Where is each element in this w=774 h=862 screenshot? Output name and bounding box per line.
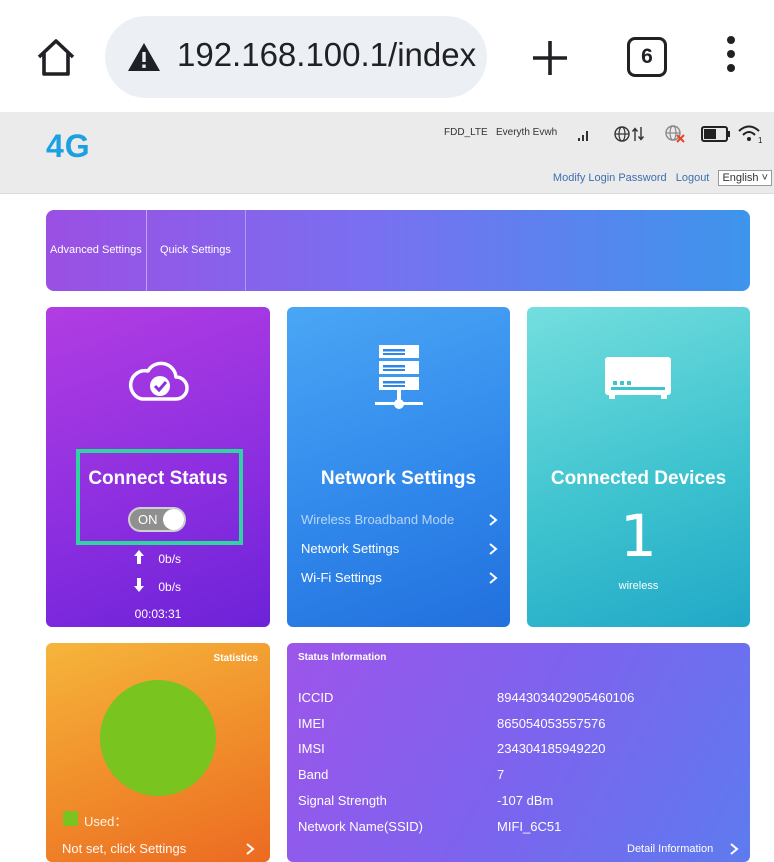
statistics-title[interactable]: Statistics — [214, 653, 258, 664]
browser-toolbar: 192.168.100.1/index 6 — [0, 0, 774, 112]
menu-divider — [245, 210, 246, 291]
status-value-imsi: 234304185949220 — [497, 741, 606, 756]
download-rate-row: 0b/s — [133, 577, 181, 594]
status-key-signal: Signal Strength — [298, 793, 387, 808]
arrow-up-icon — [134, 550, 144, 564]
devices-count: 1 — [620, 502, 657, 570]
address-bar[interactable]: 192.168.100.1/index — [105, 16, 487, 98]
detail-information-link[interactable]: Detail Information — [627, 843, 713, 855]
status-key-iccid: ICCID — [298, 690, 334, 705]
devices-sub-label: wireless — [618, 580, 659, 592]
wireless-broadband-mode-link[interactable]: Wireless Broadband Mode — [301, 512, 501, 527]
warning-icon — [128, 43, 160, 71]
status-value-imei: 865054053557576 — [497, 716, 606, 731]
more-vertical-icon[interactable] — [716, 36, 746, 80]
arrow-down-icon — [134, 578, 144, 592]
menu-quick-settings[interactable]: Quick Settings — [160, 210, 231, 291]
plus-icon — [533, 41, 567, 75]
network-settings-link[interactable]: Network Settings — [301, 541, 501, 556]
svg-text:1: 1 — [758, 136, 763, 144]
language-value: English — [722, 172, 759, 184]
used-label: Used： — [84, 814, 128, 829]
status-value-band: 7 — [497, 767, 505, 782]
toggle-label: ON — [138, 512, 158, 527]
download-rate: 0b/s — [158, 580, 182, 594]
status-value-signal: -107 dBm — [497, 793, 554, 808]
signal-bars-icon — [578, 131, 588, 141]
not-set-label: Not set, click Settings — [62, 841, 187, 856]
upload-rate: 0b/s — [158, 552, 182, 566]
chevron-right-icon — [730, 843, 739, 855]
status-value-ssid: MIFI_6C51 — [497, 819, 562, 834]
logo: 4G — [46, 128, 91, 164]
status-information-title: Status Information — [298, 652, 387, 663]
tab-switcher-button[interactable]: 6 — [627, 37, 667, 77]
status-key-imei: IMEI — [298, 716, 325, 731]
network-settings-title: Network Settings — [320, 468, 477, 489]
connection-duration: 00:03:31 — [134, 607, 182, 621]
menu-divider — [146, 210, 147, 291]
usage-pie-chart — [100, 680, 216, 796]
upload-rate-row: 0b/s — [133, 549, 181, 566]
home-icon — [37, 39, 75, 76]
internet-data-icon — [614, 126, 645, 142]
server-network-icon — [375, 345, 423, 409]
modify-password-link[interactable]: Modify Login Password — [553, 172, 667, 184]
main-menu: Advanced Settings Quick Settings — [46, 210, 750, 291]
used-legend-swatch — [63, 811, 78, 826]
chevron-right-icon — [246, 843, 255, 855]
connected-devices-tile[interactable]: Connected Devices — [527, 307, 750, 627]
logout-link[interactable]: Logout — [676, 172, 710, 184]
sim-error-icon — [665, 125, 685, 143]
url-text: 192.168.100.1/index — [177, 36, 477, 73]
header-links: Modify Login Password Logout English ˅ — [553, 170, 772, 186]
status-key-band: Band — [298, 767, 329, 782]
battery-icon — [701, 126, 730, 142]
chevron-right-icon — [489, 572, 498, 584]
new-tab-button[interactable] — [526, 34, 574, 82]
chevron-right-icon — [489, 543, 498, 555]
router-header: 4G FDD_LTE Everyth Evwh 1 Modify Login P… — [0, 112, 774, 194]
language-select[interactable]: English ˅ — [718, 170, 772, 186]
cloud-check-icon — [129, 361, 189, 401]
status-key-ssid: Network Name(SSID) — [298, 819, 423, 834]
wifi-settings-link[interactable]: Wi-Fi Settings — [301, 570, 501, 585]
wifi-icon: 1 — [738, 125, 763, 144]
connect-toggle[interactable]: ON — [128, 507, 186, 532]
toggle-knob — [163, 509, 184, 530]
not-set-link[interactable]: Not set, click Settings — [62, 841, 186, 856]
detail-information-label: Detail Information — [627, 843, 714, 855]
menu-advanced-settings[interactable]: Advanced Settings — [50, 210, 142, 291]
status-key-imsi: IMSI — [298, 741, 325, 756]
operator-name: Everyth Evwh — [496, 127, 558, 138]
router-device-icon — [605, 357, 671, 399]
network-type: FDD_LTE — [444, 127, 488, 138]
status-value-iccid: 8944303402905460106 — [497, 690, 635, 705]
chevron-right-icon — [489, 514, 498, 526]
connected-devices-title: Connected Devices — [550, 468, 727, 489]
home-button[interactable] — [34, 36, 78, 80]
